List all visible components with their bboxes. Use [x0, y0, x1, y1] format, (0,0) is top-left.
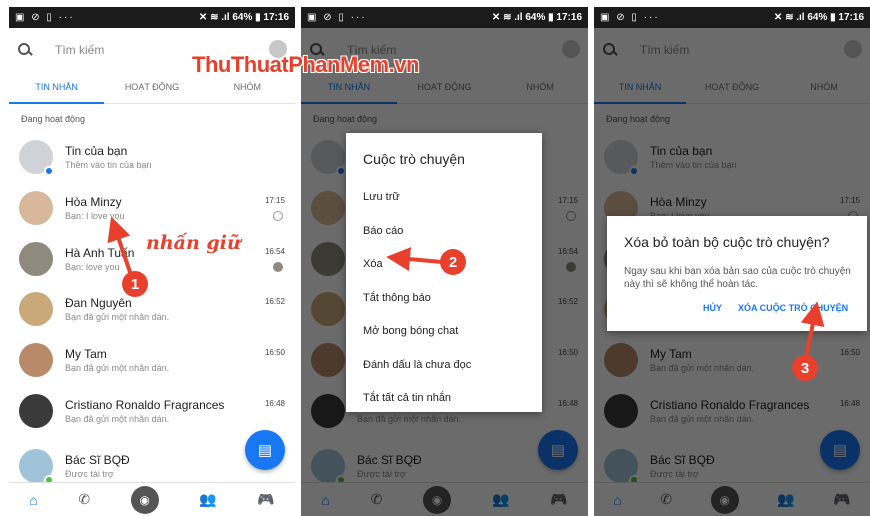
- conversation-preview: Bạn đã gửi một nhãn dán.: [65, 312, 170, 322]
- conversation-preview: Bạn đã gửi một nhãn dán.: [65, 363, 170, 373]
- conversation-name: Cristiano Ronaldo Fragrances: [65, 398, 225, 412]
- conversation-row[interactable]: My Tam Bạn đã gửi một nhãn dán. 16:50: [9, 338, 295, 388]
- conversation-time: 16:50: [264, 348, 285, 357]
- conversation-preview: Bạn: I love you: [65, 211, 125, 221]
- camera-icon[interactable]: ◉: [130, 485, 159, 514]
- conversation-row[interactable]: Tin của bạn Thêm vào tin của bạn: [9, 135, 295, 185]
- conversation-row[interactable]: Cristiano Ronaldo Fragrances Bạn đã gửi m…: [9, 389, 295, 439]
- conversation-row[interactable]: Đan Nguyên Bạn đã gửi một nhãn dán. 16:52: [9, 287, 295, 337]
- menu-item-mute[interactable]: Tắt thông báo: [346, 282, 542, 316]
- screen-3: ▣ ⊘ ▯ ··· ✕ ≋ .ıl 64% ▮ 17:16 Tìm kiếm T…: [594, 7, 870, 516]
- context-menu-title: Cuộc trò chuyện: [363, 151, 465, 167]
- game-icon[interactable]: 🎮: [257, 491, 274, 508]
- tab-messages[interactable]: TIN NHẮN: [9, 71, 105, 104]
- menu-item-archive[interactable]: Lưu trữ: [346, 181, 542, 215]
- search-placeholder[interactable]: Tìm kiếm: [55, 43, 104, 57]
- home-icon[interactable]: ⌂: [29, 492, 37, 508]
- screen-1: ▣ ⊘ ▯ ··· ✕ ≋ .ıl 64% ▮ 17:16 Tìm kiếm T…: [9, 7, 295, 516]
- conversation-time: 16:48: [264, 399, 285, 408]
- watermark: ThuThuatPhanMem.vn: [192, 52, 419, 77]
- step-2-badge: 2: [440, 249, 466, 275]
- add-story-icon: [44, 166, 54, 176]
- dialog-title: Xóa bỏ toàn bộ cuộc trò chuyện?: [624, 234, 830, 250]
- conversation-preview: Bạn: love you: [65, 262, 120, 272]
- confirm-delete-button[interactable]: XÓA CUỘC TRÒ CHUYỆN: [738, 303, 848, 313]
- conversation-time: 16:54: [264, 247, 285, 256]
- status-bar: ▣ ⊘ ▯ ··· ✕ ≋ .ıl 64% ▮ 17:16: [9, 7, 295, 28]
- conversation-time: 17:15: [264, 196, 285, 205]
- seen-check-icon: [273, 211, 283, 221]
- avatar: [19, 343, 53, 377]
- conversation-preview: Được tài trợ: [65, 469, 114, 479]
- step-3-badge: 3: [792, 355, 818, 381]
- conversation-preview: Bạn đã gửi một nhãn dán.: [65, 414, 170, 424]
- conversation-time: 16:52: [264, 297, 285, 306]
- seen-avatar: [273, 262, 283, 272]
- conversation-name: Bác Sĩ BQĐ: [65, 453, 130, 467]
- status-left-icons: ▣ ⊘ ▯ ···: [307, 12, 367, 23]
- status-right: ✕ ≋ .ıl 64% ▮ 17:16: [491, 12, 582, 23]
- status-right: ✕ ≋ .ıl 64% ▮ 17:16: [198, 12, 289, 23]
- bottom-nav: ⌂ ✆ ◉ 👥 🎮: [9, 482, 295, 516]
- tab-activity[interactable]: HOẠT ĐỘNG: [104, 71, 199, 103]
- section-label: Đang hoạt động: [21, 114, 86, 124]
- conversation-name: My Tam: [65, 347, 107, 361]
- avatar: [19, 242, 53, 276]
- conversation-name: Đan Nguyên: [65, 296, 132, 310]
- step-1-badge: 1: [122, 271, 148, 297]
- context-menu: Cuộc trò chuyện Lưu trữ Báo cáo Xóa Tắt …: [346, 133, 542, 412]
- conversation-name: Tin của bạn: [65, 144, 128, 158]
- status-bar: ▣ ⊘ ▯ ··· ✕ ≋ .ıl 64% ▮ 17:16: [594, 7, 870, 28]
- menu-item-mute-all[interactable]: Tắt tất cả tin nhắn: [346, 382, 542, 416]
- hold-annotation: nhấn giữ: [146, 232, 241, 254]
- compose-icon[interactable]: ▤: [245, 430, 285, 470]
- conversation-preview: Thêm vào tin của bạn: [65, 160, 152, 170]
- menu-item-mark-unread[interactable]: Đánh dấu là chưa đọc: [346, 349, 542, 383]
- search-icon[interactable]: [17, 42, 33, 58]
- menu-item-report[interactable]: Báo cáo: [346, 215, 542, 249]
- status-left-icons: ▣ ⊘ ▯ ···: [15, 12, 75, 23]
- people-icon[interactable]: 👥: [199, 491, 216, 508]
- avatar: [19, 191, 53, 225]
- conversation-name: Hà Anh Tuấn: [65, 246, 135, 260]
- delete-dialog: Xóa bỏ toàn bộ cuộc trò chuyện? Ngay sau…: [607, 216, 867, 331]
- avatar: [19, 394, 53, 428]
- avatar: [19, 292, 53, 326]
- dialog-body: Ngay sau khi bạn xóa bản sao của cuộc tr…: [624, 266, 851, 290]
- menu-item-chat-head[interactable]: Mở bong bóng chat: [346, 315, 542, 349]
- cancel-button[interactable]: HỦY: [703, 303, 722, 313]
- status-left-icons: ▣ ⊘ ▯ ···: [600, 12, 660, 23]
- phone-icon[interactable]: ✆: [78, 491, 90, 508]
- status-right: ✕ ≋ .ıl 64% ▮ 17:16: [773, 12, 864, 23]
- conversation-name: Hòa Minzy: [65, 195, 122, 209]
- status-bar: ▣ ⊘ ▯ ··· ✕ ≋ .ıl 64% ▮ 17:16: [301, 7, 588, 28]
- conversation-row[interactable]: Hòa Minzy Bạn: I love you 17:15: [9, 186, 295, 236]
